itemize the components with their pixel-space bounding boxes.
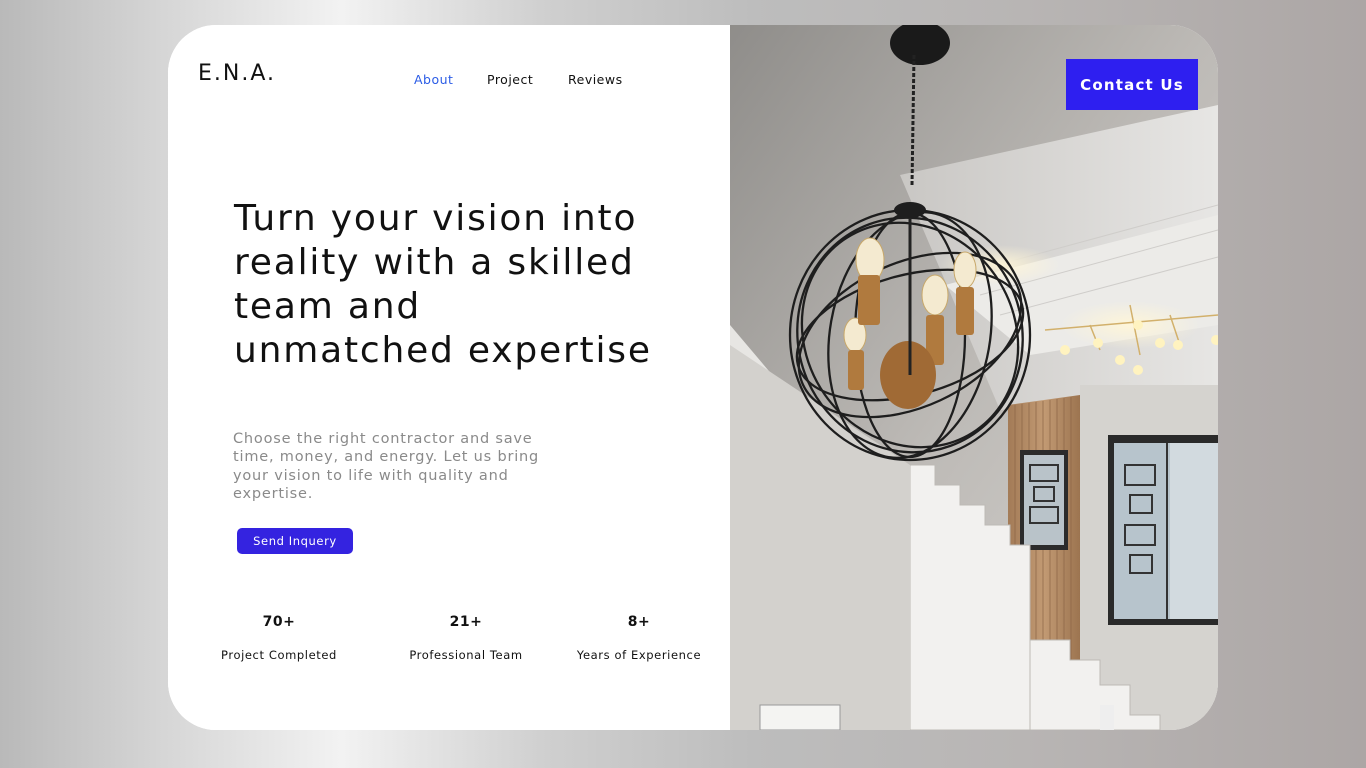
hero-subtext: Choose the right contractor and save tim…: [233, 431, 540, 502]
stat-experience: 8+ Years of Experience: [549, 614, 729, 662]
stat-value: 70+: [262, 614, 296, 630]
stat-label: Project Completed: [221, 648, 337, 662]
hero-headline: Turn your vision into reality with a ski…: [234, 198, 652, 371]
hero-card: E.N.A. About Project Reviews Turn your v…: [168, 25, 1218, 730]
stat-value: 8+: [627, 614, 651, 630]
chandelier-staircase-photo: [730, 25, 1218, 730]
nav-about[interactable]: About: [414, 72, 453, 87]
logo[interactable]: E.N.A.: [198, 61, 276, 86]
stat-projects: 70+ Project Completed: [189, 614, 369, 662]
send-inquiry-button[interactable]: Send Inquery: [237, 528, 353, 554]
nav-reviews[interactable]: Reviews: [568, 72, 623, 87]
nav-project[interactable]: Project: [487, 72, 533, 87]
stat-label: Professional Team: [409, 648, 523, 662]
stat-label: Years of Experience: [576, 648, 702, 662]
hero-image: Contact Us: [730, 25, 1218, 730]
stat-team: 21+ Professional Team: [376, 614, 556, 662]
stat-value: 21+: [449, 614, 483, 630]
hero-left-panel: E.N.A. About Project Reviews Turn your v…: [168, 25, 730, 730]
contact-us-button[interactable]: Contact Us: [1066, 59, 1198, 110]
